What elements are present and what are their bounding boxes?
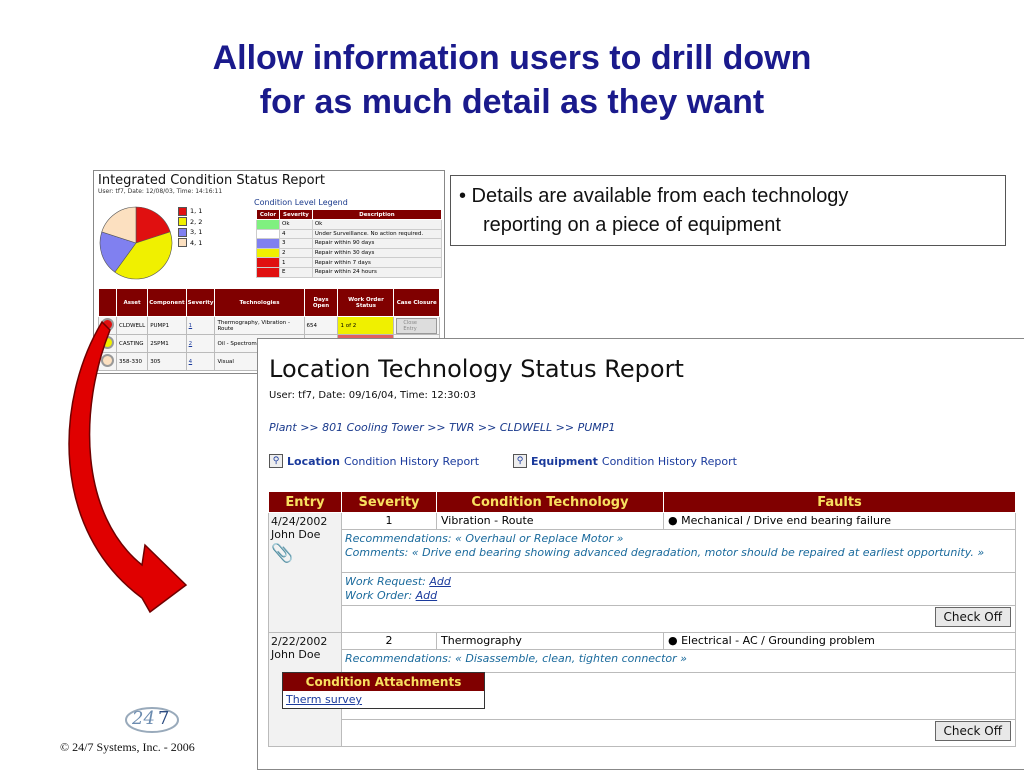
check-off-button[interactable]: Check Off bbox=[934, 721, 1011, 741]
svg-text:7: 7 bbox=[158, 708, 169, 729]
work-request-label: Work Request: bbox=[345, 575, 426, 588]
condition-legend-table: Color Severity Description Ok Ok 4 Under S… bbox=[256, 209, 443, 278]
entry-date: 4/24/2002 bbox=[271, 515, 328, 528]
link-bold: Equipment bbox=[531, 454, 598, 468]
equipment-history-link[interactable]: ⚲ Equipment Condition History Report bbox=[513, 454, 737, 468]
attachment-link[interactable]: Therm survey bbox=[283, 691, 484, 708]
entry-technology: Thermography bbox=[436, 632, 664, 650]
legend-severity: 3 bbox=[279, 238, 313, 249]
entry-action-cell: Check Off bbox=[341, 605, 1016, 633]
legend-row: 2 Repair within 30 days bbox=[256, 247, 443, 259]
legend-row: 3 Repair within 90 days bbox=[256, 238, 443, 249]
header-severity: Severity bbox=[341, 491, 437, 513]
asset-header: Case Closure bbox=[393, 288, 440, 317]
entry-comments: Comments: « Drive end bearing showing ad… bbox=[345, 546, 985, 559]
asset-wo-status: 1 of 2 bbox=[337, 316, 395, 335]
big-report-user: User: tf7, Date: 09/16/04, Time: 12:30:0… bbox=[269, 390, 476, 401]
entry-fault: ● Mechanical / Drive end bearing failure bbox=[663, 512, 1016, 530]
legend-row: E Repair within 24 hours bbox=[256, 266, 443, 278]
link-text: Condition History Report bbox=[601, 454, 737, 468]
work-order-label: Work Order: bbox=[345, 589, 413, 602]
header-faults: Faults bbox=[663, 491, 1016, 513]
legend-desc: Repair within 7 days bbox=[311, 257, 443, 268]
entry-recommendations-cell: Recommendations: « Disassemble, clean, t… bbox=[341, 649, 1016, 673]
asset-header: Work Order Status bbox=[337, 288, 395, 317]
entry-date-cell: 4/24/2002 John Doe 📎 bbox=[268, 512, 342, 633]
entry-recommendations-cell: Recommendations: « Overhaul or Replace M… bbox=[341, 529, 1016, 573]
legend-desc: Under Surveillance. No action required. bbox=[311, 228, 443, 240]
company-logo-icon: 24 7 bbox=[125, 707, 179, 733]
bullet-line-1: • Details are available from each techno… bbox=[459, 185, 849, 207]
asset-header: Days Open bbox=[303, 288, 339, 317]
drill-down-arrow-icon bbox=[68, 320, 188, 614]
header-condition-technology: Condition Technology bbox=[436, 491, 664, 513]
big-report-title: Location Technology Status Report bbox=[269, 355, 684, 383]
svg-text:24: 24 bbox=[131, 708, 155, 729]
entry-date: 2/22/2002 bbox=[271, 635, 328, 648]
entry-recommendation: Recommendations: « Overhaul or Replace M… bbox=[345, 532, 624, 545]
condition-attachments-popup: Condition Attachments Therm survey bbox=[282, 672, 485, 709]
footer-copyright: © 24/7 Systems, Inc. - 2006 bbox=[60, 740, 195, 754]
entry-severity: 1 bbox=[341, 512, 437, 530]
entry-action-cell: Check Off bbox=[341, 719, 1016, 747]
entry-row: 2/22/2002 John Doe 2 Thermography ● Elec… bbox=[268, 632, 1016, 747]
close-entry-button[interactable]: Close Entry bbox=[396, 317, 437, 334]
check-off-button[interactable]: Check Off bbox=[934, 607, 1011, 627]
location-history-link[interactable]: ⚲ Location Condition History Report bbox=[269, 454, 479, 468]
legend-header-severity: Severity bbox=[279, 209, 313, 220]
legend-severity: 2 bbox=[279, 247, 313, 259]
legend-severity: 4 bbox=[279, 228, 313, 240]
legend-row: 4 Under Surveillance. No action required. bbox=[256, 228, 443, 240]
popup-title: Condition Attachments bbox=[283, 673, 484, 691]
entry-author: John Doe bbox=[271, 528, 321, 541]
legend-header-description: Description bbox=[311, 209, 443, 220]
legend-desc: Ok bbox=[311, 219, 443, 230]
legend-row: 1 Repair within 7 days bbox=[256, 257, 443, 268]
paperclip-icon[interactable]: 📎 bbox=[271, 543, 339, 564]
asset-closure-cell: Close Entry bbox=[393, 316, 440, 335]
entry-severity: 2 bbox=[341, 632, 437, 650]
entry-row: 4/24/2002 John Doe 📎 1 Vibration - Route… bbox=[268, 512, 1016, 633]
legend-severity: E bbox=[279, 266, 313, 278]
breadcrumb[interactable]: Plant >> 801 Cooling Tower >> TWR >> CLD… bbox=[269, 421, 615, 434]
entry-recommendation: Recommendations: « Disassemble, clean, t… bbox=[345, 652, 687, 665]
magnifier-icon: ⚲ bbox=[513, 454, 527, 468]
entry-technology: Vibration - Route bbox=[436, 512, 664, 530]
add-work-order-link[interactable]: Add bbox=[416, 589, 438, 602]
magnifier-icon: ⚲ bbox=[269, 454, 283, 468]
link-bold: Location bbox=[287, 454, 340, 468]
legend-row: Ok Ok bbox=[256, 219, 443, 230]
header-entry: Entry bbox=[268, 491, 342, 513]
legend-desc: Repair within 90 days bbox=[311, 238, 443, 249]
legend-desc: Repair within 24 hours bbox=[311, 266, 443, 278]
location-technology-report: Location Technology Status Report User: … bbox=[257, 338, 1024, 770]
legend-desc: Repair within 30 days bbox=[311, 247, 443, 259]
legend-severity: 1 bbox=[279, 257, 313, 268]
add-work-request-link[interactable]: Add bbox=[429, 575, 451, 588]
bullet-box: • Details are available from each techno… bbox=[450, 175, 1006, 246]
bullet-line-2: reporting on a piece of equipment bbox=[483, 214, 781, 236]
entry-author: John Doe bbox=[271, 648, 321, 661]
asset-days-open: 654 bbox=[303, 316, 339, 335]
entry-work-cell: Work Request: Add Work Order: Add bbox=[341, 572, 1016, 606]
condition-legend-title: Condition Level Legend bbox=[254, 198, 348, 207]
link-text: Condition History Report bbox=[343, 454, 480, 468]
legend-severity: Ok bbox=[279, 219, 313, 230]
entry-fault: ● Electrical - AC / Grounding problem bbox=[663, 632, 1016, 650]
